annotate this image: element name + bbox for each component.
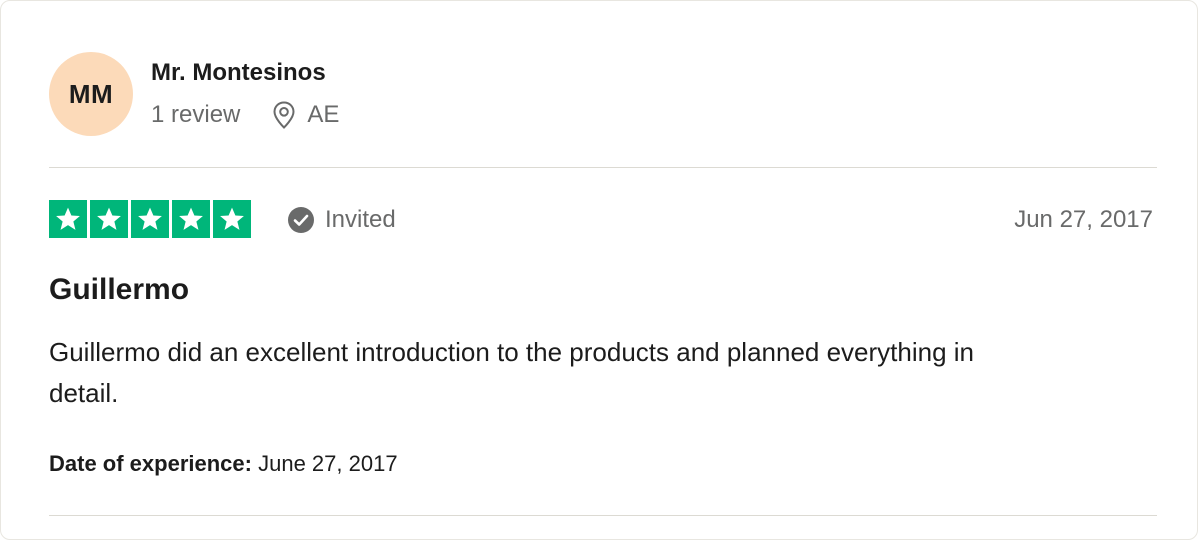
invited-label: Invited xyxy=(325,206,396,233)
star-icon xyxy=(213,200,251,238)
star-icon xyxy=(49,200,87,238)
star-icon xyxy=(172,200,210,238)
review-body: Guillermo did an excellent introduction … xyxy=(49,337,975,408)
check-circle-icon xyxy=(287,206,315,234)
review-date: Jun 27, 2017 xyxy=(1014,206,1153,233)
reviewer-name[interactable]: Mr. Montesinos xyxy=(151,59,326,87)
star-icon xyxy=(90,200,128,238)
experience-label: Date of experience: xyxy=(49,451,252,476)
review-count: 1 review xyxy=(151,101,241,128)
invited-badge[interactable]: Invited xyxy=(287,204,396,236)
star-rating xyxy=(49,200,251,238)
avatar-initials: MM xyxy=(68,78,114,109)
divider xyxy=(49,515,1157,516)
reviewer-location: AE xyxy=(307,101,340,128)
divider xyxy=(49,167,1157,168)
reviewer-meta: 1 review AE xyxy=(151,100,339,130)
star-icon xyxy=(131,200,169,238)
avatar[interactable]: MM xyxy=(49,52,133,136)
location-pin-icon xyxy=(273,101,295,129)
review-title[interactable]: Guillermo xyxy=(49,273,189,307)
experience-date: June 27, 2017 xyxy=(258,451,398,476)
date-of-experience: Date of experience: June 27, 2017 xyxy=(49,451,398,477)
review-card: MM Mr. Montesinos 1 review AE Invited Ju… xyxy=(0,0,1198,540)
